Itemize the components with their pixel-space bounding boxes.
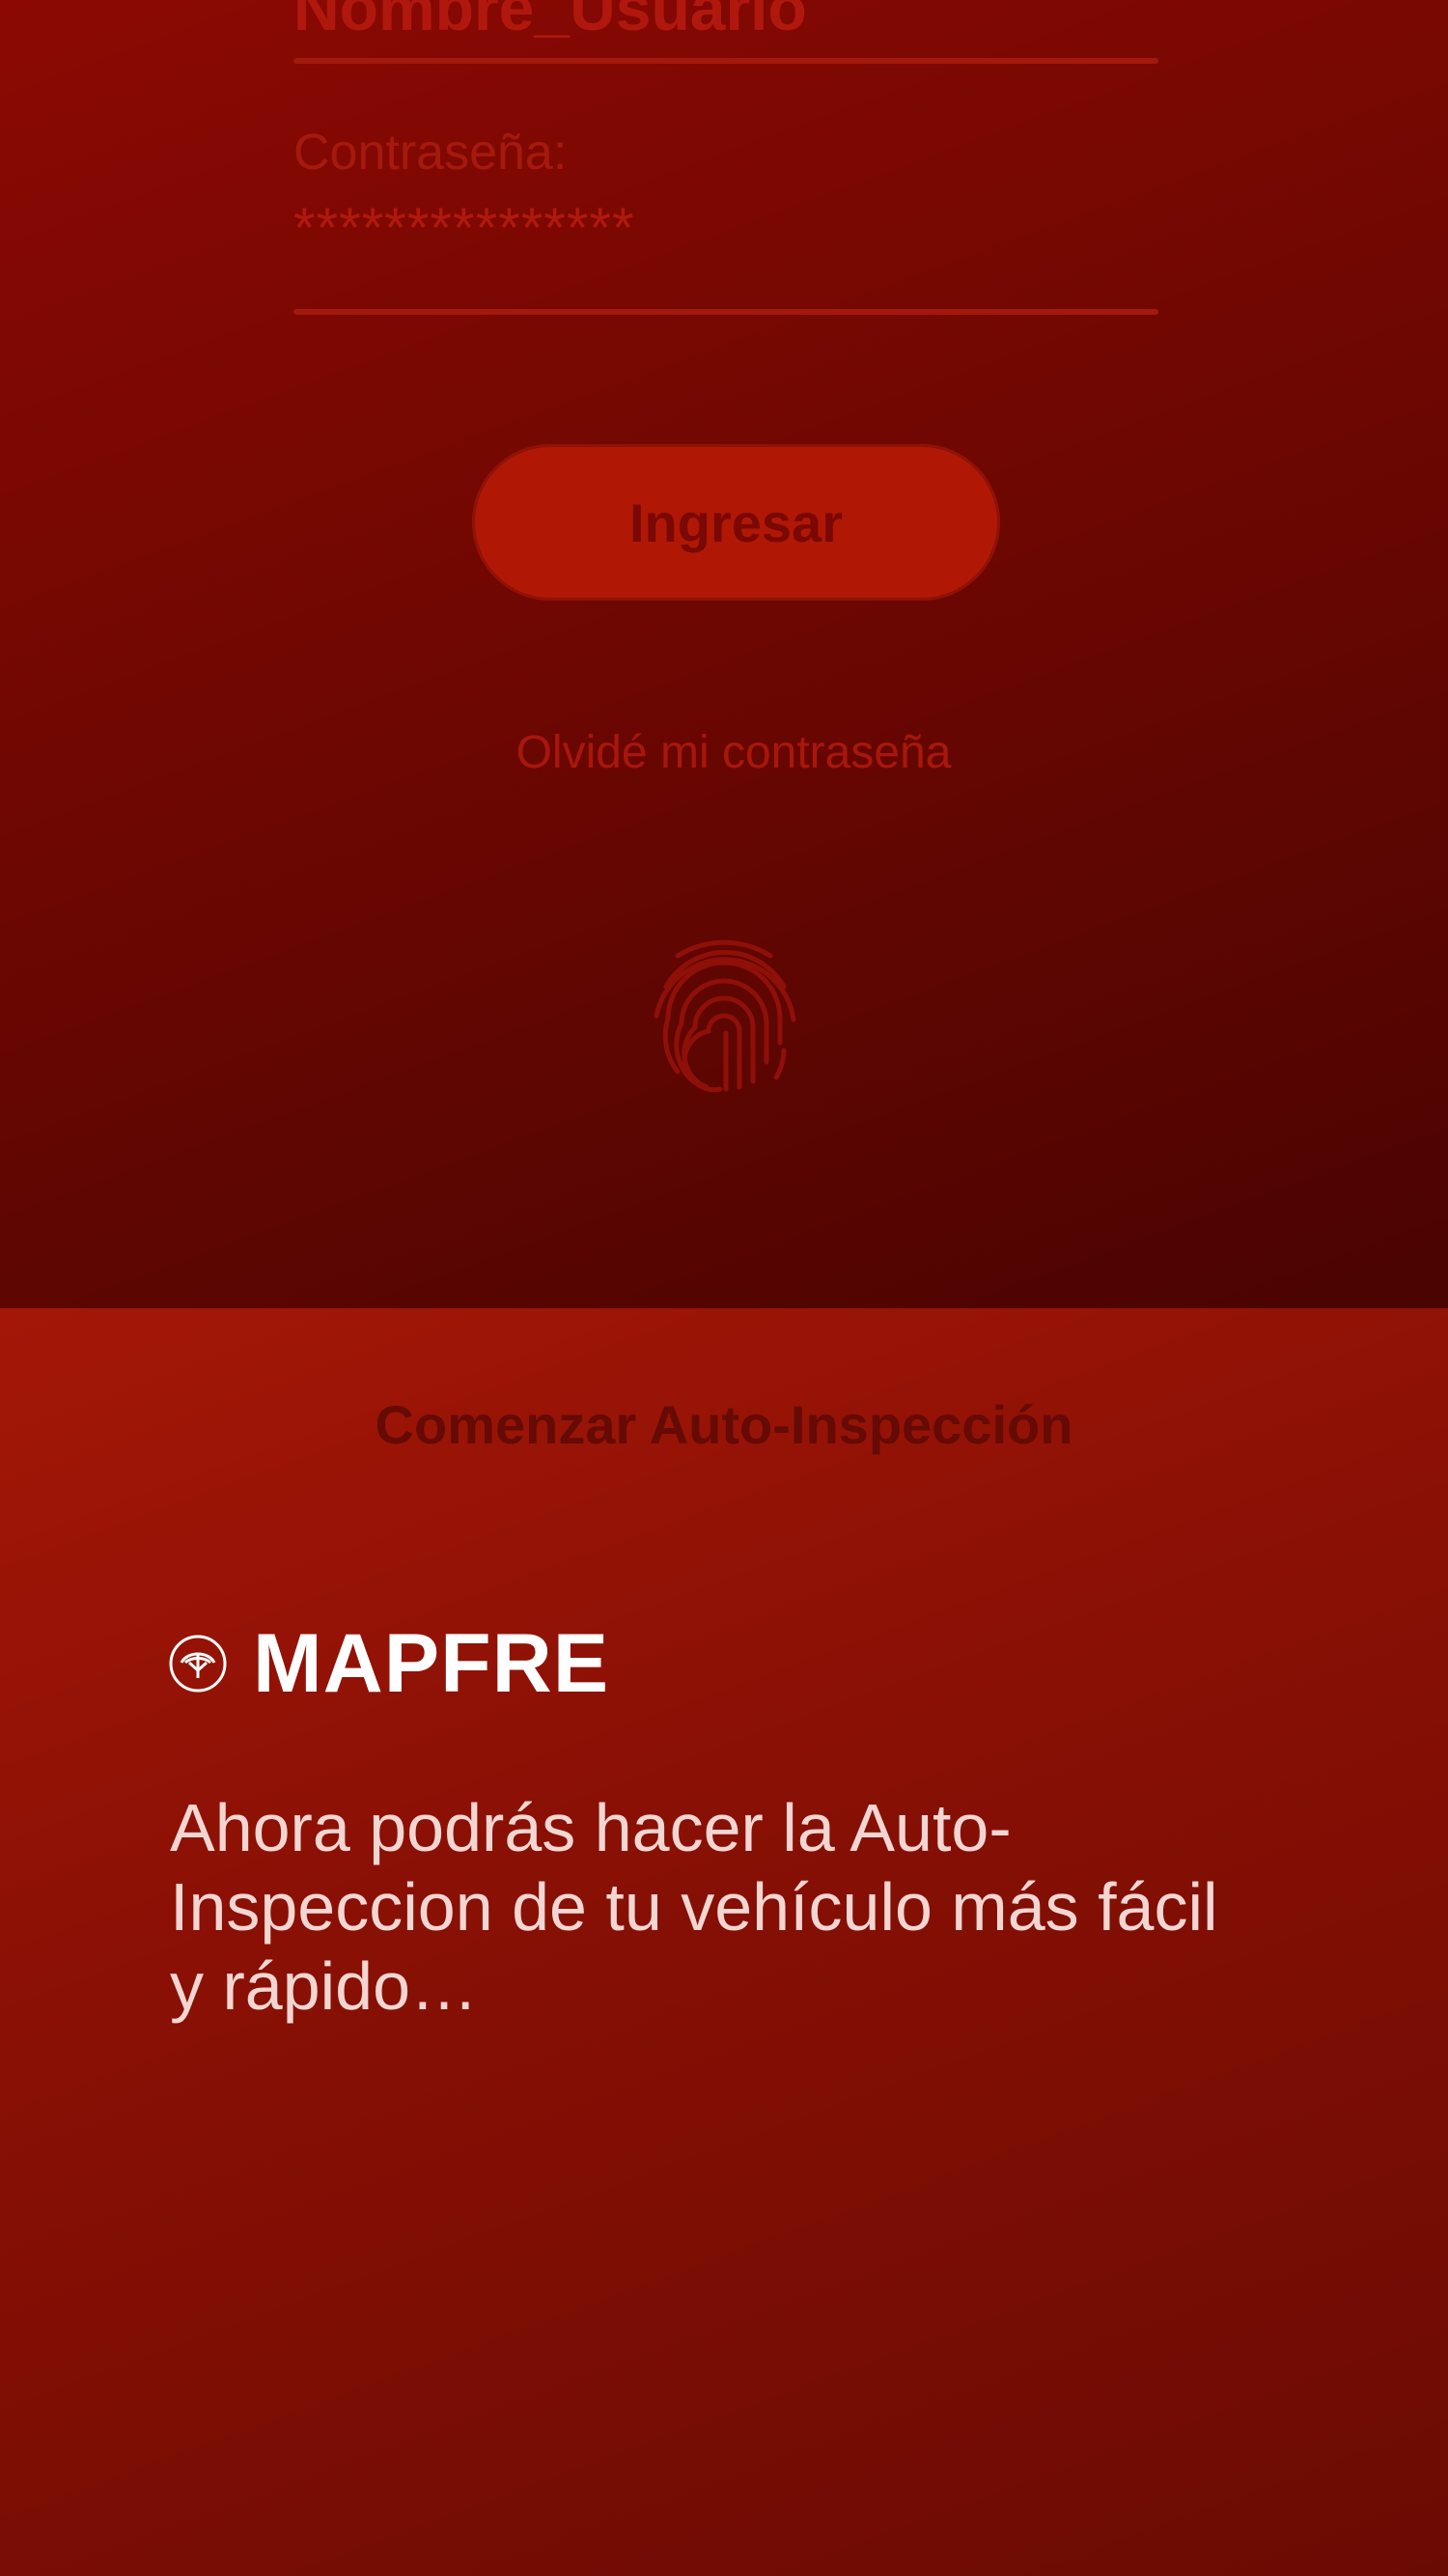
username-field[interactable]: Nombre_Usuario bbox=[293, 0, 807, 44]
login-button[interactable]: Ingresar bbox=[472, 444, 1000, 601]
login-panel: Nombre_Usuario Contraseña: *************… bbox=[0, 0, 1448, 1308]
tagline: Ahora podrás hacer la Auto-Inspeccion de… bbox=[170, 1790, 1218, 2024]
brand-name: MAPFRE bbox=[253, 1617, 610, 1710]
fingerprint-icon[interactable] bbox=[639, 927, 809, 1097]
username-underline bbox=[293, 58, 1158, 64]
mapfre-tree-icon bbox=[169, 1635, 227, 1693]
password-label: Contraseña: bbox=[293, 125, 568, 181]
start-inspection-link[interactable]: Comenzar Auto-Inspección bbox=[0, 1393, 1448, 1456]
password-field[interactable]: *************** bbox=[293, 196, 635, 261]
brand-logo: MAPFRE bbox=[168, 1622, 609, 1705]
password-underline bbox=[293, 309, 1158, 315]
forgot-password-link[interactable]: Olvidé mi contraseña bbox=[0, 726, 1448, 779]
